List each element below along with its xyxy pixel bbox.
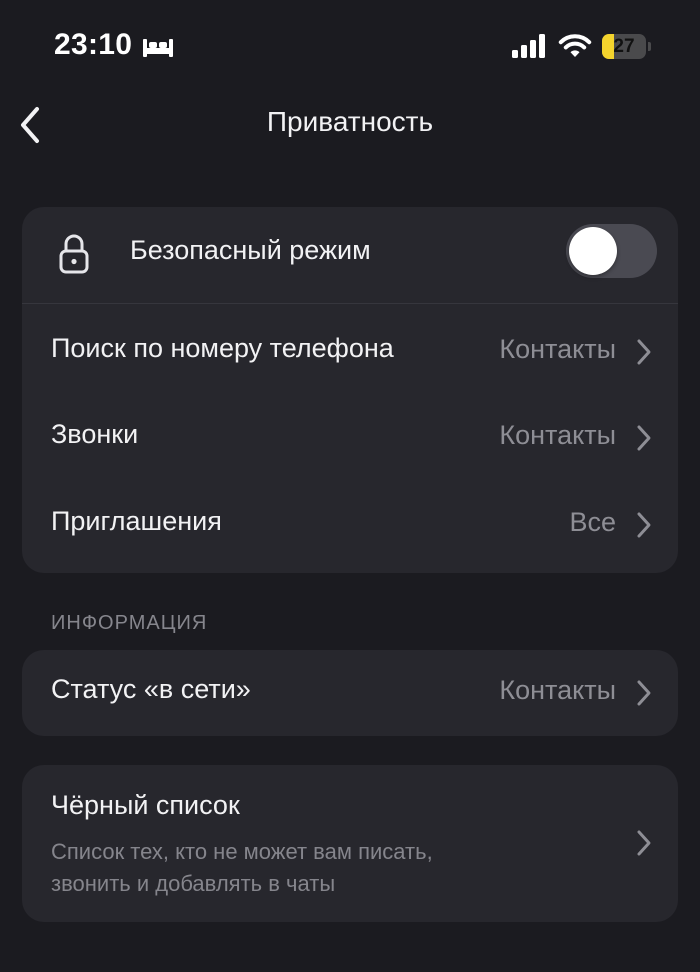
section-header-information: ИНФОРМАЦИЯ: [51, 612, 208, 634]
status-bar: 23:10 27: [0, 0, 700, 92]
bed-icon: [143, 39, 173, 57]
calls-row[interactable]: Звонки Контакты: [22, 395, 678, 481]
page-title: Приватность: [266, 106, 434, 137]
lock-icon: [59, 234, 89, 274]
safe-mode-label: Безопасный режим: [130, 235, 371, 265]
calls-label: Звонки: [51, 419, 139, 449]
blacklist-title: Чёрный список: [51, 790, 240, 820]
online-status-card: Статус «в сети» Контакты: [22, 650, 678, 736]
battery-level: 27: [613, 36, 635, 57]
safe-mode-row: Безопасный режим: [22, 207, 678, 304]
invitations-label: Приглашения: [51, 506, 222, 536]
chevron-left-icon: [21, 107, 39, 143]
blacklist-description: Список тех, кто не может вам писать, зво…: [51, 836, 551, 900]
back-button[interactable]: [8, 98, 52, 152]
blacklist-description-line-1: Список тех, кто не может вам писать,: [51, 839, 433, 864]
chevron-right-icon: [637, 339, 651, 365]
blacklist-description-line-2: звонить и добавлять в чаты: [51, 871, 336, 896]
wifi-icon: [558, 34, 592, 57]
phone-search-row[interactable]: Поиск по номеру телефона Контакты: [22, 309, 678, 395]
signal-icon: [512, 34, 545, 58]
calls-value: Контакты: [499, 420, 616, 450]
online-status-row[interactable]: Статус «в сети» Контакты: [22, 650, 678, 736]
privacy-settings-card: Безопасный режим Поиск по номеру телефон…: [22, 207, 678, 573]
toggle-knob: [569, 227, 617, 275]
blacklist-row[interactable]: Чёрный список Список тех, кто не может в…: [22, 765, 678, 922]
phone-search-value: Контакты: [499, 334, 616, 364]
phone-search-label: Поиск по номеру телефона: [51, 333, 394, 363]
chevron-right-icon: [637, 425, 651, 451]
invitations-row[interactable]: Приглашения Все: [22, 482, 678, 568]
chevron-right-icon: [637, 512, 651, 538]
online-status-value: Контакты: [499, 675, 616, 705]
online-status-label: Статус «в сети»: [51, 674, 251, 704]
chevron-right-icon: [637, 830, 651, 856]
invitations-value: Все: [569, 507, 616, 537]
status-time: 23:10: [54, 28, 133, 61]
nav-bar: Приватность: [0, 92, 700, 162]
chevron-right-icon: [637, 680, 651, 706]
battery-icon: 27: [602, 34, 651, 59]
safe-mode-toggle[interactable]: [566, 224, 657, 278]
